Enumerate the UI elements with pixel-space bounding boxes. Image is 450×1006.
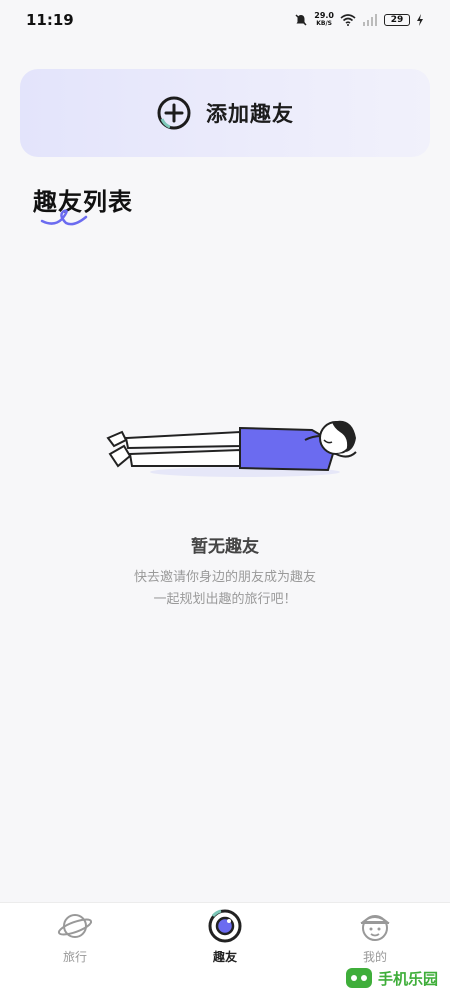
planet-icon [57,914,93,938]
plus-circle-icon [157,96,191,130]
empty-state-line-2: 一起规划出趣的旅行吧！ [153,592,297,607]
empty-state-title: 暂无趣友 [191,537,259,557]
charging-icon [417,14,423,26]
nav-label-friends: 趣友 [212,950,237,964]
watermark-text: 手机乐园 [377,970,438,988]
lying-person-illustration [106,420,357,477]
signal-icon [363,14,377,26]
face-icon [360,915,390,941]
watermark: 手机乐园 [344,965,438,991]
empty-state-line-1: 快去邀请你身边的朋友成为趣友 [133,570,316,585]
add-friend-label: 添加趣友 [206,102,294,126]
net-speed: 29.0 KB/S [314,12,334,28]
net-speed-unit: KB/S [316,20,332,27]
battery-indicator: 29 [384,14,410,26]
add-friend-button[interactable]: 添加趣友 [20,69,430,157]
status-bar: 11:19 29.0 KB/S 29 [0,0,450,40]
watermark-logo-icon [345,968,372,988]
mute-bell-icon [295,14,307,26]
status-icons: 29.0 KB/S 29 [294,12,424,28]
nav-label-travel: 旅行 [62,950,87,964]
empty-state-description: 快去邀请你身边的朋友成为趣友 一起规划出趣的旅行吧！ [0,567,450,611]
net-speed-value: 29.0 [314,11,334,20]
nav-item-friends[interactable]: 趣友 [150,903,300,1006]
nav-label-mine: 我的 [362,950,387,964]
camera-lens-icon [208,909,242,943]
wifi-icon [340,14,356,26]
status-time: 11:19 [26,11,74,29]
nav-item-travel[interactable]: 旅行 [0,903,150,1006]
title-squiggle-decoration [40,209,88,226]
